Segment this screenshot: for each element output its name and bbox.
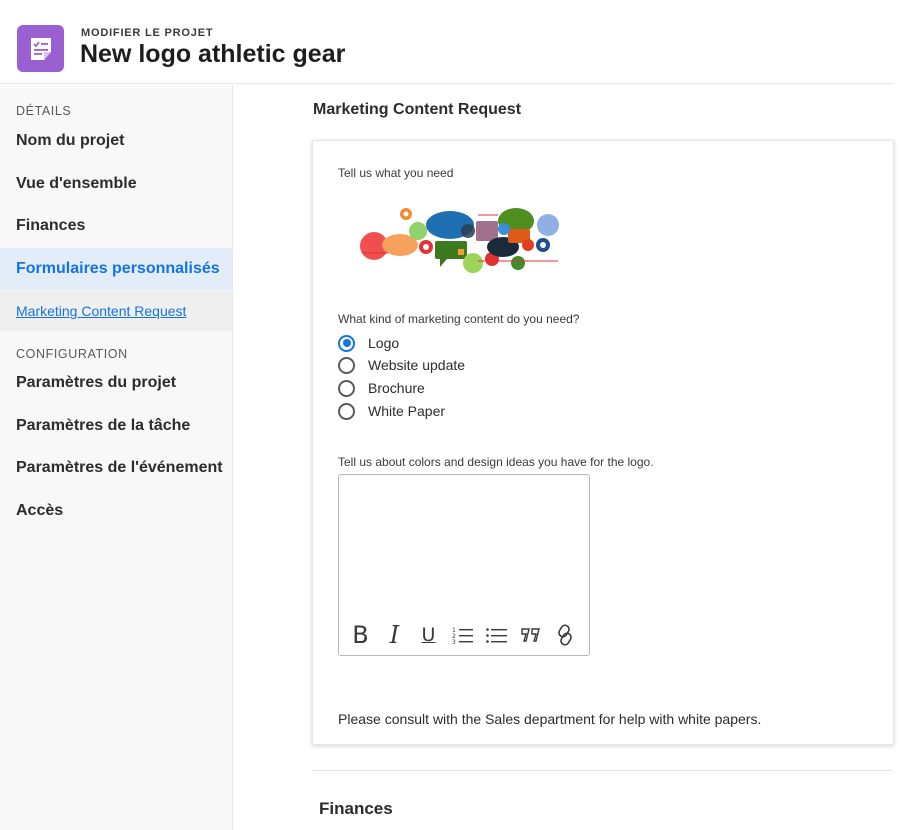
option-white-paper-label: White Paper [368,403,446,419]
page-header: MODIFIER LE PROJET New logo athletic gea… [0,0,893,84]
sidebar-section-configuration: CONFIGURATION [16,347,128,361]
project-form-icon [17,25,64,72]
underline-icon[interactable]: U [417,623,440,647]
finances-section-title: Finances [319,799,393,818]
form-card: Tell us what you need What kind of marke… [312,140,894,745]
option-website-update[interactable]: Website update [338,355,465,375]
option-white-paper[interactable]: White Paper [338,401,445,421]
sidebar-item-formulaires[interactable]: Formulaires personnalisés [0,248,232,290]
radio-white-paper[interactable] [338,402,355,420]
sidebar: DÉTAILS Nom du projet Vue d'ensemble Fin… [0,85,233,830]
link-icon[interactable] [553,623,576,647]
sidebar-item-nom-du-projet[interactable]: Nom du projet [0,120,232,162]
editor-text-area[interactable] [339,475,589,615]
sidebar-item-parametres-projet[interactable]: Paramètres du projet [0,362,232,404]
sidebar-item-parametres-evenement[interactable]: Paramètres de l'événement [0,447,232,489]
editor-toolbar: B I U 123 [349,621,576,649]
numbered-list-icon[interactable]: 123 [451,623,474,647]
sidebar-item-acces[interactable]: Accès [0,490,232,532]
sidebar-item-vue-ensemble[interactable]: Vue d'ensemble [0,163,232,205]
option-logo[interactable]: Logo [338,333,399,353]
option-brochure-label: Brochure [368,380,425,396]
option-website-update-label: Website update [368,357,466,373]
question-label: What kind of marketing content do you ne… [338,312,580,326]
sidebar-item-parametres-tache[interactable]: Paramètres de la tâche [0,405,232,447]
radio-logo[interactable] [338,334,355,352]
quote-icon[interactable] [519,623,542,647]
form-title: Marketing Content Request [313,101,522,118]
editor-label: Tell us about colors and design ideas yo… [338,455,654,469]
intro-label: Tell us what you need [338,166,454,180]
radio-brochure[interactable] [338,379,355,397]
italic-icon[interactable]: I [383,621,406,649]
sidebar-item-finances[interactable]: Finances [0,205,232,247]
section-divider [312,770,893,771]
sidebar-section-details: DÉTAILS [16,104,72,118]
bullet-list-icon[interactable] [485,623,508,647]
white-paper-note: Please consult with the Sales department… [338,711,762,727]
radio-website-update[interactable] [338,356,355,374]
sidebar-subitem-marketing-content-request[interactable]: Marketing Content Request [0,291,232,331]
option-brochure[interactable]: Brochure [338,378,425,398]
page-title: New logo athletic gear [80,40,346,68]
marketing-clouds-illustration [360,208,559,273]
header-kicker: MODIFIER LE PROJET [81,27,214,39]
bold-icon[interactable]: B [349,621,372,649]
svg-text:3: 3 [452,639,456,644]
option-logo-label: Logo [368,335,400,351]
design-ideas-editor[interactable]: B I U 123 [338,474,590,656]
